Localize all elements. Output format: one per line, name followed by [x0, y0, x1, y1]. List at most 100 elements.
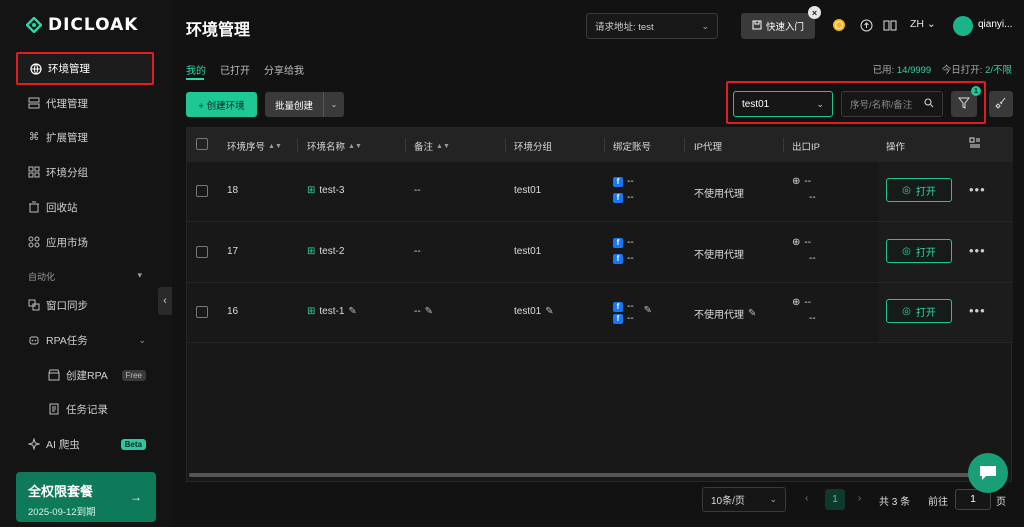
section-label: 自动化 [28, 272, 56, 282]
page-number[interactable]: 1 [825, 489, 845, 510]
col-env-id[interactable]: 环境序号 ▲▼ [227, 139, 282, 153]
sidebar-item-create-rpa[interactable]: 创建RPA Free [36, 360, 154, 390]
ip-check-icon[interactable]: ⊕ [792, 297, 800, 308]
tab-opened[interactable]: 已打开 [220, 62, 250, 77]
more-actions-icon[interactable]: ••• [969, 182, 986, 197]
edit-icon[interactable]: ✎ [545, 306, 553, 317]
facebook-icon: f [613, 313, 623, 324]
env-note: -- ✎ [414, 306, 433, 317]
sidebar-item-label: 应用市场 [46, 236, 88, 249]
windows-icon: ⊞ [307, 185, 316, 196]
request-url-select[interactable]: 请求地址: test ⌄ [586, 13, 718, 39]
filter-icon [957, 97, 971, 112]
row-checkbox[interactable] [196, 246, 208, 258]
arrow-right-icon: → [130, 490, 142, 504]
more-actions-icon[interactable]: ••• [969, 243, 986, 258]
close-quick-start-icon[interactable]: × [808, 6, 821, 19]
next-page-icon[interactable]: › [858, 493, 861, 504]
sidebar-item-ai-crawler[interactable]: AI 爬虫 Beta [16, 429, 154, 459]
select-all-checkbox[interactable] [196, 138, 208, 150]
env-group: test01 [514, 246, 542, 257]
sidebar-item-recycle-bin[interactable]: 回收站 [16, 192, 154, 222]
divider [684, 138, 685, 152]
brand-logo[interactable]: DICLOAK [26, 14, 138, 36]
chat-icon [980, 466, 996, 480]
edit-icon[interactable]: ✎ [748, 308, 756, 319]
horizontal-scrollbar[interactable] [189, 473, 973, 477]
sidebar-item-task-records[interactable]: 任务记录 [36, 394, 154, 424]
group-select[interactable]: test01 ⌄ [733, 91, 833, 117]
env-group: test01 [514, 185, 542, 196]
user-name[interactable]: qianyi... [978, 19, 1012, 30]
col-env-name[interactable]: 环境名称 ▲▼ [307, 139, 362, 153]
sidebar: DICLOAK 环境管理 代理管理 ⌘ 扩展管理 环境分组 回收站 应用市场 自… [0, 0, 172, 527]
env-name[interactable]: ⊞ test-3 [307, 185, 344, 196]
env-name[interactable]: ⊞ test-2 [307, 246, 344, 257]
sidebar-item-label: AI 爬虫 [46, 438, 80, 451]
edit-icon[interactable]: ✎ [644, 305, 652, 316]
edit-icon[interactable]: ✎ [348, 306, 356, 317]
edit-icon[interactable]: ✎ [425, 306, 433, 317]
row-checkbox[interactable] [196, 185, 208, 197]
batch-create-button[interactable]: 批量创建 ⌄ [265, 92, 344, 117]
support-chat-button[interactable] [968, 453, 1008, 493]
quick-start-button[interactable]: 快速入门 [741, 13, 815, 39]
book-icon[interactable] [883, 18, 897, 32]
col-label: 出口IP [792, 142, 820, 153]
sidebar-item-proxy[interactable]: 代理管理 [16, 88, 154, 118]
page-size-value: 10条/页 [711, 496, 745, 507]
sort-icon: ▲▼ [348, 142, 362, 150]
open-button[interactable]: ◎ 打开 [886, 299, 952, 323]
sidebar-item-env-groups[interactable]: 环境分组 [16, 157, 154, 187]
chevron-down-icon[interactable]: ⌄ [324, 100, 344, 109]
chevron-down-icon: ⌄ [701, 20, 709, 31]
sidebar-item-extensions[interactable]: ⌘ 扩展管理 [16, 122, 154, 152]
sync-icon [28, 299, 40, 311]
proxy-icon [28, 97, 40, 109]
automation-section-header[interactable]: 自动化 ▾ [28, 270, 142, 283]
plan-card[interactable]: 全权限套餐 2025-09-12到期 → [16, 472, 156, 522]
book-save-icon [752, 20, 762, 33]
sort-icon: ▲▼ [436, 142, 450, 150]
search-input[interactable]: 序号/名称/备注 [841, 91, 943, 117]
dicloak-logo-icon [26, 17, 42, 33]
avatar[interactable] [953, 16, 973, 36]
collapse-sidebar-button[interactable]: ‹ [158, 287, 172, 315]
language-select[interactable]: ZH ⌄ [910, 18, 936, 30]
tab-mine[interactable]: 我的 [186, 62, 206, 77]
chrome-icon: ◎ [902, 184, 911, 196]
divider [505, 138, 506, 152]
env-name[interactable]: ⊞ test-1 ✎ [307, 306, 357, 317]
upload-icon[interactable] [859, 18, 873, 32]
column-settings-icon[interactable] [969, 137, 981, 149]
col-note[interactable]: 备注 ▲▼ [414, 139, 450, 153]
ip-check-icon[interactable]: ⊕ [792, 237, 800, 248]
request-url-value: 请求地址: test [595, 22, 654, 33]
chevron-down-icon: ⌄ [816, 98, 824, 109]
table-row[interactable]: 18 ⊞ test-3 -- test01 f -- f -- 不使用代理 ⊕ -- -… [187, 162, 1013, 222]
sidebar-item-env-management[interactable]: 环境管理 [16, 52, 154, 85]
sidebar-item-app-market[interactable]: 应用市场 [16, 227, 154, 257]
table-row[interactable]: 16 ⊞ test-1 ✎ -- ✎ test01 ✎ f -- ✎ f -- 不使用代理 ✎ … [187, 283, 1013, 343]
page-size-select[interactable]: 10条/页 ⌄ [702, 487, 786, 512]
more-actions-icon[interactable]: ••• [969, 303, 986, 318]
open-button[interactable]: ◎ 打开 [886, 178, 952, 202]
create-environment-button[interactable]: + 创建环境 [186, 92, 257, 117]
open-button[interactable]: ◎ 打开 [886, 239, 952, 263]
ip-check-icon[interactable]: ⊕ [792, 176, 800, 187]
sidebar-item-label: 回收站 [46, 201, 78, 214]
sidebar-item-window-sync[interactable]: 窗口同步 [16, 290, 154, 320]
col-bound-accounts: 绑定账号 [613, 139, 651, 153]
facebook-icon: f [613, 237, 623, 248]
tab-shared-with-me[interactable]: 分享给我 [264, 62, 304, 77]
row-checkbox[interactable] [196, 306, 208, 318]
today-value: 2/不限 [985, 65, 1012, 76]
table-row[interactable]: 17 ⊞ test-2 -- test01 f -- f -- 不使用代理 ⊕ -- -… [187, 223, 1013, 283]
sidebar-item-rpa-tasks[interactable]: RPA任务 ⌄ [16, 325, 154, 355]
coin-icon[interactable] [832, 18, 846, 32]
env-id: 17 [227, 246, 239, 257]
clear-filters-button[interactable] [989, 91, 1013, 117]
col-label: 操作 [886, 142, 906, 153]
windows-icon: ⊞ [307, 246, 316, 257]
prev-page-icon[interactable]: ‹ [805, 493, 808, 504]
